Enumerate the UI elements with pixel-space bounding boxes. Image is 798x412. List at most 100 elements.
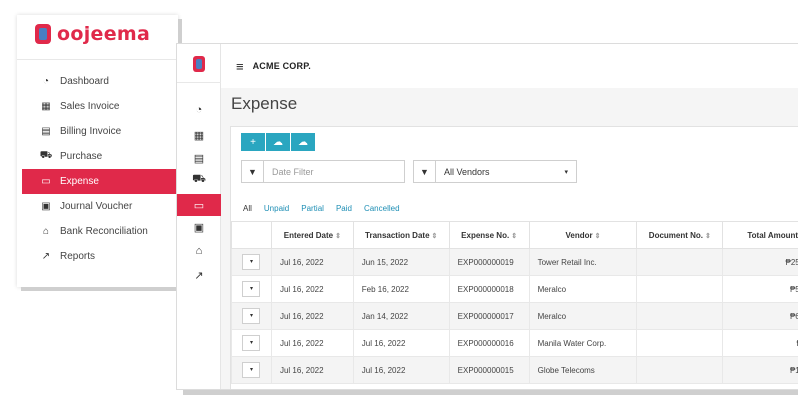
rail-item-reports[interactable]: ↗: [177, 264, 221, 286]
rail-item-journal-voucher[interactable]: ▣: [177, 216, 221, 238]
column-header-entered-date[interactable]: Entered Date ⇕: [270, 221, 354, 249]
table-row[interactable]: ▾ Jul 16, 2022 Jul 16, 2022 EXP000000016…: [231, 329, 798, 357]
row-dropdown-button[interactable]: ▾: [242, 362, 261, 378]
sidebar-item-expense[interactable]: ▭ Expense: [22, 169, 178, 194]
total-amount-cell: ₱5,546.1: [722, 275, 798, 303]
rail-item-dashboard[interactable]: ◔: [177, 99, 221, 121]
sidebar-item-journal-voucher[interactable]: ▣ Journal Voucher: [22, 194, 178, 219]
expense-panel: + ☁ ☁ ▼ Date Filter ▼ All Vendors ▾ All …: [230, 126, 798, 389]
sidebar-item-label: Dashboard: [60, 76, 109, 87]
table-row[interactable]: ▾ Jul 16, 2022 Feb 16, 2022 EXP000000018…: [231, 275, 798, 303]
sort-icon: ⇕: [705, 232, 711, 240]
tab-cancelled[interactable]: Cancelled: [358, 204, 406, 213]
book-icon: ▣: [193, 221, 205, 234]
brand-logo-icon[interactable]: [193, 56, 205, 72]
tab-unpaid[interactable]: Unpaid: [258, 204, 295, 213]
row-actions-cell: ▾: [231, 329, 272, 357]
table-row[interactable]: ▾ Jul 16, 2022 Jun 15, 2022 EXP000000019…: [231, 248, 798, 276]
sort-icon: ⇕: [431, 232, 438, 240]
expense-no-cell: EXP000000018: [448, 275, 530, 303]
date-filter-input[interactable]: Date Filter: [264, 167, 404, 177]
row-dropdown-button[interactable]: ▾: [242, 254, 261, 270]
sort-icon: ⇕: [594, 232, 601, 240]
row-dropdown-button[interactable]: ▾: [242, 335, 261, 351]
table-header-row: Entered Date ⇕ Transaction Date ⇕ Expense …: [231, 221, 798, 249]
tab-all[interactable]: All: [237, 204, 258, 213]
dashboard-icon: ◔: [42, 76, 50, 87]
main-content: Expense + ☁ ☁ ▼ Date Filter ▼ All Vendor…: [221, 88, 798, 389]
table-row[interactable]: ▾ Jul 16, 2022 Jul 16, 2022 EXP000000015…: [231, 356, 798, 384]
sidebar-item-label: Bank Reconciliation: [60, 226, 148, 237]
filter-icon: ▼: [414, 161, 436, 182]
filter-icon: ▼: [242, 161, 264, 182]
tab-paid[interactable]: Paid: [330, 204, 358, 213]
collapsed-sidebar: ◔ ▦ ▤ ⛟ ▭ ▣ ⌂ ↗: [177, 44, 221, 389]
expense-table: Entered Date ⇕ Transaction Date ⇕ Expense …: [231, 221, 798, 384]
transaction-date-cell: Jul 16, 2022: [352, 356, 450, 384]
rail-item-purchase[interactable]: ⛟: [177, 169, 221, 191]
vendor-cell: Manila Water Corp.: [528, 329, 638, 357]
header-label: Expense No.: [461, 230, 510, 240]
sidebar-item-billing-invoice[interactable]: ▤ Billing Invoice: [22, 119, 178, 144]
download-button[interactable]: ☁: [291, 133, 315, 151]
add-expense-button[interactable]: +: [241, 133, 265, 151]
rail-item-sales-invoice[interactable]: ▦: [177, 124, 221, 146]
transaction-date-cell: Feb 16, 2022: [352, 275, 450, 303]
sidebar-item-purchase[interactable]: ⛟ Purchase: [22, 144, 178, 169]
vendor-filter[interactable]: ▼ All Vendors ▾: [413, 160, 577, 183]
header-label: Total Amount: [747, 230, 798, 240]
cash-register-icon: ▦: [193, 129, 205, 142]
sidebar-item-bank-reconciliation[interactable]: ⌂ Bank Reconciliation: [22, 219, 178, 244]
document-no-cell: [636, 356, 724, 384]
vendor-cell: Globe Telecoms: [528, 356, 638, 384]
app-window: ◔ ▦ ▤ ⛟ ▭ ▣ ⌂ ↗ ≡ ACME CORP. Expense + ☁…: [177, 44, 798, 389]
tab-partial[interactable]: Partial: [295, 204, 330, 213]
sidebar-item-dashboard[interactable]: ◔ Dashboard: [22, 69, 178, 94]
sidebar-item-sales-invoice[interactable]: ▦ Sales Invoice: [22, 94, 178, 119]
column-header-total-amount[interactable]: Total Amount⇕: [722, 221, 798, 249]
brand-name: oojeema: [57, 23, 151, 45]
cash-register-icon: ▦: [41, 101, 51, 112]
upload-button[interactable]: ☁: [266, 133, 290, 151]
expense-table-wrapper: Entered Date ⇕ Transaction Date ⇕ Expense …: [231, 221, 798, 384]
credit-card-icon: ▭: [41, 176, 51, 187]
rail-item-billing-invoice[interactable]: ▤: [177, 147, 221, 169]
sidebar-item-label: Billing Invoice: [60, 126, 122, 137]
date-filter[interactable]: ▼ Date Filter: [241, 160, 405, 183]
sort-icon: ⇕: [335, 232, 341, 240]
vendor-select[interactable]: All Vendors: [436, 167, 564, 177]
sidebar-item-reports[interactable]: ↗ Reports: [22, 244, 178, 269]
page-title: Expense: [231, 94, 298, 113]
sidebar-item-label: Expense: [60, 176, 99, 187]
chevron-down-icon: ▾: [564, 168, 568, 176]
cart-icon: ⛟: [192, 173, 206, 185]
total-amount-cell: ₱450.0: [722, 329, 798, 357]
transaction-date-cell: Jan 14, 2022: [352, 302, 450, 330]
column-header-transaction-date[interactable]: Transaction Date ⇕: [352, 221, 450, 249]
cloud-upload-icon: ☁: [273, 136, 283, 148]
sort-icon: ⇕: [511, 232, 518, 240]
cloud-download-icon: ☁: [298, 136, 308, 148]
rail-item-expense[interactable]: ▭: [177, 194, 221, 216]
column-header-document-no[interactable]: Document No. ⇕: [636, 221, 724, 249]
header-label: Document No.: [648, 230, 704, 240]
rail-item-bank-reconciliation[interactable]: ⌂: [177, 240, 221, 262]
brand[interactable]: oojeema: [35, 21, 150, 47]
row-actions-cell: ▾: [231, 356, 272, 384]
chart-icon: ↗: [41, 251, 51, 262]
table-row[interactable]: ▾ Jul 16, 2022 Jan 14, 2022 EXP000000017…: [231, 302, 798, 330]
bank-icon: ⌂: [195, 245, 203, 257]
rail-divider: [177, 82, 221, 83]
row-dropdown-button[interactable]: ▾: [242, 281, 261, 297]
book-icon: ▣: [41, 201, 51, 212]
row-dropdown-button[interactable]: ▾: [242, 308, 261, 324]
sidebar-item-label: Reports: [60, 251, 96, 262]
entered-date-cell: Jul 16, 2022: [270, 329, 354, 357]
hamburger-menu-icon[interactable]: ≡: [236, 59, 244, 74]
vendor-cell: Tower Retail Inc.: [528, 248, 638, 276]
action-button-group: + ☁ ☁: [241, 133, 316, 151]
bank-icon: ⌂: [42, 226, 50, 237]
column-header-expense-no[interactable]: Expense No. ⇕: [448, 221, 530, 249]
column-header-vendor[interactable]: Vendor ⇕: [528, 221, 638, 249]
header-label: Vendor: [565, 230, 593, 240]
